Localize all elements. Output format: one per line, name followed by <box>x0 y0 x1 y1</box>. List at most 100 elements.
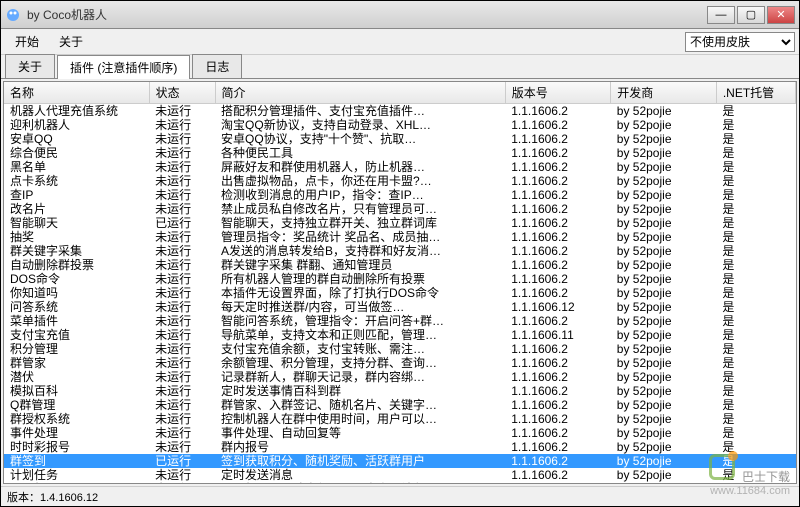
table-row[interactable]: 积分管理未运行支付宝充值余额，支付宝转账、需注…1.1.1606.2by 52p… <box>4 342 796 356</box>
cell: 是 <box>716 398 795 412</box>
titlebar[interactable]: by Coco机器人 — ▢ ✕ <box>1 1 799 29</box>
table-row[interactable]: 智能聊天已运行智能聊天，支持独立群开关、独立群词库1.1.1606.2by 52… <box>4 216 796 230</box>
cell: 图灵机器人 <box>4 482 149 483</box>
tab-plugins[interactable]: 插件 (注意插件顺序) <box>57 55 190 79</box>
cell: 智能问答系统，管理指令：开启问答+群… <box>215 314 505 328</box>
cell: 未运行 <box>149 398 215 412</box>
cell: by 52pojie <box>611 482 717 483</box>
skin-select[interactable]: 不使用皮肤 <box>685 32 795 52</box>
cell: 1.1.1606.2 <box>505 258 611 272</box>
cell: 黑名单 <box>4 160 149 174</box>
table-row[interactable]: 安卓QQ未运行安卓QQ协议，支持"十个赞"、抗取…1.1.1606.2by 52… <box>4 132 796 146</box>
cell: 余额管理、积分管理，支持分群、查询… <box>215 356 505 370</box>
table-row[interactable]: 模拟百科未运行定时发送事情百科到群1.1.1606.2by 52pojie是 <box>4 384 796 398</box>
cell: 智能聊天 <box>4 216 149 230</box>
cell: 未运行 <box>149 202 215 216</box>
cell: by 52pojie <box>611 412 717 426</box>
cell: 是 <box>716 426 795 440</box>
cell: 1.1.1606.2 <box>505 146 611 160</box>
table-row[interactable]: 迎利机器人未运行淘宝QQ新协议，支持自动登录、XHL…1.1.1606.2by … <box>4 118 796 132</box>
table-row[interactable]: 黑名单未运行屏蔽好友和群使用机器人，防止机器…1.1.1606.2by 52po… <box>4 160 796 174</box>
cell: by 52pojie <box>611 160 717 174</box>
cell: 你知道吗 <box>4 286 149 300</box>
table-row[interactable]: 时时彩报号未运行群内报号1.1.1606.2by 52pojie是 <box>4 440 796 454</box>
table-row[interactable]: 机器人代理充值系统未运行搭配积分管理插件、支付宝充值插件…1.1.1606.2b… <box>4 104 796 119</box>
cell: 是 <box>716 384 795 398</box>
cell: 是 <box>716 258 795 272</box>
cell: DOS命令 <box>4 272 149 286</box>
col-header-net[interactable]: .NET托管 <box>716 82 795 104</box>
cell: 事件处理、自动回复等 <box>215 426 505 440</box>
table-row[interactable]: 支付宝充值未运行导航菜单，支持文本和正则匹配，管理…1.1.1606.11by … <box>4 328 796 342</box>
cell: 未运行 <box>149 118 215 132</box>
col-header-developer[interactable]: 开发商 <box>611 82 717 104</box>
col-header-name[interactable]: 名称 <box>4 82 149 104</box>
table-row[interactable]: 综合便民未运行各种便民工具1.1.1606.2by 52pojie是 <box>4 146 796 160</box>
col-header-intro[interactable]: 简介 <box>215 82 505 104</box>
menu-about[interactable]: 关于 <box>49 30 93 53</box>
cell: 未运行 <box>149 426 215 440</box>
cell: 未运行 <box>149 174 215 188</box>
cell: 未运行 <box>149 300 215 314</box>
cell: 是 <box>716 286 795 300</box>
cell: 事件处理 <box>4 426 149 440</box>
cell: 是 <box>716 132 795 146</box>
cell: 1.1.1606.2 <box>505 272 611 286</box>
tab-about[interactable]: 关于 <box>5 54 55 78</box>
cell: by 52pojie <box>611 244 717 258</box>
cell: 抽奖 <box>4 230 149 244</box>
table-row[interactable]: Q群管理未运行群管家、入群签记、随机名片、关键字…1.1.1606.2by 52… <box>4 398 796 412</box>
table-row[interactable]: 计划任务未运行定时发送消息1.1.1606.2by 52pojie是 <box>4 468 796 482</box>
maximize-button[interactable]: ▢ <box>737 6 765 24</box>
cell: 是 <box>716 118 795 132</box>
table-row[interactable]: 事件处理未运行事件处理、自动回复等1.1.1606.2by 52pojie是 <box>4 426 796 440</box>
cell: by 52pojie <box>611 230 717 244</box>
cell: 淘宝QQ新协议，支持自动登录、XHL… <box>215 118 505 132</box>
minimize-button[interactable]: — <box>707 6 735 24</box>
table-row[interactable]: 菜单插件未运行智能问答系统，管理指令：开启问答+群…1.1.1606.2by 5… <box>4 314 796 328</box>
cell: 是 <box>716 244 795 258</box>
cell: 1.1.1606.2 <box>505 370 611 384</box>
table-row[interactable]: 群签到已运行签到获取积分、随机奖励、活跃群用户1.1.1606.2by 52po… <box>4 454 796 468</box>
table-row[interactable]: 群授权系统未运行控制机器人在群中使用时间，用户可以…1.1.1606.2by 5… <box>4 412 796 426</box>
table-row[interactable]: 查IP未运行检测收到消息的用户IP，指令：查IP…1.1.1606.2by 52… <box>4 188 796 202</box>
table-row[interactable]: 问答系统未运行每天定时推送群/内容，可当做签…1.1.1606.12by 52p… <box>4 300 796 314</box>
cell: 所有机器人管理的群自动删除所有投票 <box>215 272 505 286</box>
cell: 1.1.1606.2 <box>505 202 611 216</box>
cell: by 52pojie <box>611 454 717 468</box>
table-row[interactable]: 群关键字采集未运行A发送的消息转发给B，支持群和好友消…1.1.1606.2by… <box>4 244 796 258</box>
cell: 1.1.1606.2 <box>505 398 611 412</box>
cell: 检测收到消息的用户IP，指令：查IP… <box>215 188 505 202</box>
cell: 已运行 <box>149 454 215 468</box>
table-row[interactable]: 点卡系统未运行出售虚拟物品，点卡，你还在用卡盟?…1.1.1606.2by 52… <box>4 174 796 188</box>
tab-log[interactable]: 日志 <box>192 54 242 78</box>
cell: 支付宝充值 <box>4 328 149 342</box>
cell: 是 <box>716 216 795 230</box>
col-header-status[interactable]: 状态 <box>149 82 215 104</box>
cell: 1.1.1606.2 <box>505 482 611 483</box>
table-row[interactable]: 你知道吗未运行本插件无设置界面，除了打执行DOS命令1.1.1606.2by 5… <box>4 286 796 300</box>
table-row[interactable]: 自动删除群投票未运行群关键字采集 群翻、通知管理员1.1.1606.2by 52… <box>4 258 796 272</box>
close-button[interactable]: ✕ <box>767 6 795 24</box>
cell: 模拟百科 <box>4 384 149 398</box>
cell: 签到获取积分、随机奖励、活跃群用户 <box>215 454 505 468</box>
cell: by 52pojie <box>611 328 717 342</box>
table-row[interactable]: DOS命令未运行所有机器人管理的群自动删除所有投票1.1.1606.2by 52… <box>4 272 796 286</box>
cell: 导航菜单，支持文本和正则匹配，管理… <box>215 328 505 342</box>
cell: 时时彩报号 <box>4 440 149 454</box>
table-row[interactable]: 改名片未运行禁止成员私自修改名片，只有管理员可…1.1.1606.2by 52p… <box>4 202 796 216</box>
cell: by 52pojie <box>611 468 717 482</box>
table-row[interactable]: 抽奖未运行管理员指令：奖品统计 奖品名、成员抽…1.1.1606.2by 52p… <box>4 230 796 244</box>
cell: by 52pojie <box>611 272 717 286</box>
cell: 1.1.1606.2 <box>505 216 611 230</box>
cell: by 52pojie <box>611 146 717 160</box>
tabbar: 关于 插件 (注意插件顺序) 日志 <box>1 55 799 79</box>
cell: 管理员指令：奖品统计 奖品名、成员抽… <box>215 230 505 244</box>
menu-start[interactable]: 开始 <box>5 30 49 53</box>
col-header-version[interactable]: 版本号 <box>505 82 611 104</box>
table-row[interactable]: 群管家未运行余额管理、积分管理，支持分群、查询…1.1.1606.2by 52p… <box>4 356 796 370</box>
plugin-table-wrap[interactable]: 名称 状态 简介 版本号 开发商 .NET托管 机器人代理充值系统未运行搭配积分… <box>4 82 796 483</box>
table-row[interactable]: 图灵机器人未运行图灵机器人，请自行到图灵官方网站免…1.1.1606.2by 5… <box>4 482 796 483</box>
table-row[interactable]: 潜伏未运行记录群新人，群聊天记录，群内容绑…1.1.1606.2by 52poj… <box>4 370 796 384</box>
cell: 是 <box>716 482 795 483</box>
